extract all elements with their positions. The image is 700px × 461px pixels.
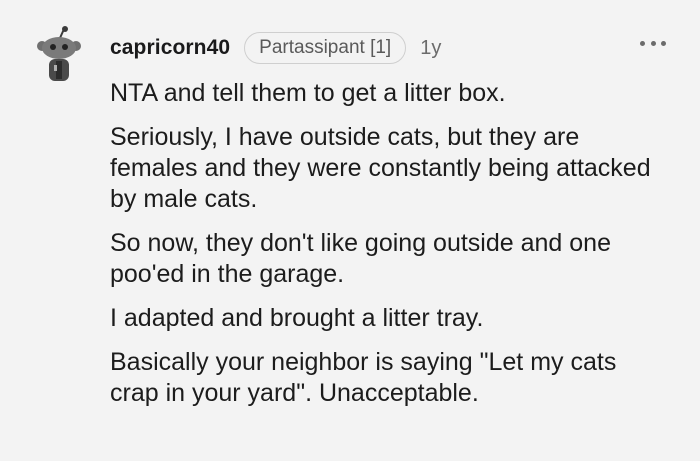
comment-paragraph: I adapted and brought a litter tray. — [110, 304, 484, 332]
username-link[interactable]: capricorn40 — [110, 36, 230, 60]
comment-header: capricorn40 Partassipant [1] 1y — [110, 30, 441, 66]
user-avatar[interactable] — [34, 26, 84, 82]
ellipsis-icon[interactable] — [640, 36, 666, 50]
more-dot — [661, 40, 666, 46]
comment-age: 1y — [420, 36, 442, 59]
comment-body: NTA and tell them to get a litter box. S… — [110, 78, 670, 422]
comment: capricorn40 Partassipant [1] 1y NTA and … — [0, 0, 700, 461]
user-flair-badge: Partassipant [1] — [244, 32, 407, 64]
comment-paragraph: So now, they don't like going outside an… — [110, 229, 611, 288]
comment-paragraph: Basically your neighbor is saying "Let m… — [110, 348, 617, 407]
comment-paragraph: Seriously, I have outside cats, but they… — [110, 123, 651, 213]
snoo-avatar-icon — [37, 26, 81, 81]
more-dot — [640, 40, 645, 46]
more-dot — [650, 40, 656, 46]
comment-paragraph: NTA and tell them to get a litter box. — [110, 79, 506, 107]
